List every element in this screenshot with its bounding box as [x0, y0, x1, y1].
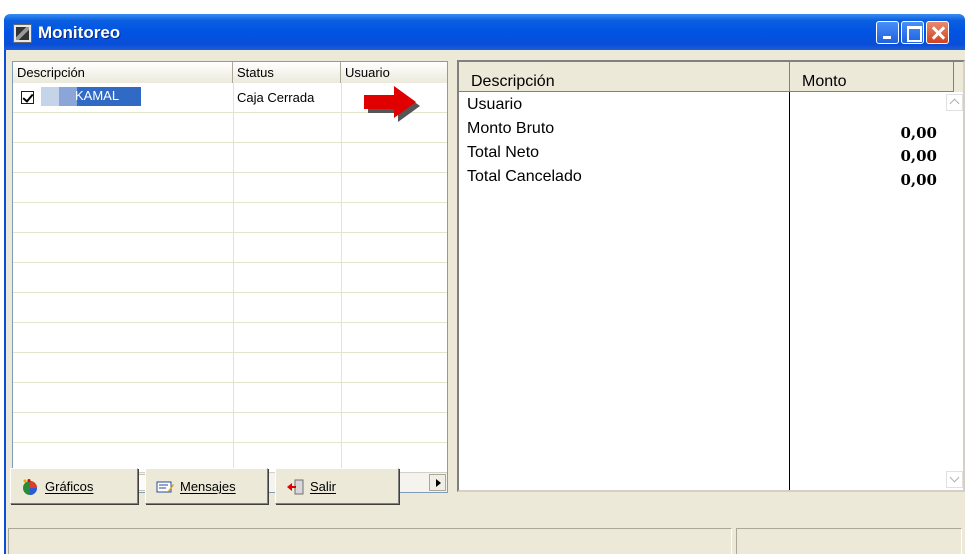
window-title: Monitoreo	[38, 23, 121, 42]
maximize-button[interactable]	[901, 21, 924, 44]
column-header-status[interactable]: Status	[233, 62, 341, 83]
graficos-label: Gráficos	[45, 479, 94, 495]
red-arrow-icon	[364, 86, 420, 122]
column-header-usuario[interactable]: Usuario	[341, 62, 447, 83]
detail-label-usuario: Usuario	[467, 96, 523, 113]
table-row[interactable]	[13, 323, 447, 353]
table-row[interactable]	[13, 173, 447, 203]
salir-button[interactable]: Salir	[275, 468, 399, 504]
mensajes-label: Mensajes	[180, 479, 236, 495]
pie-chart-icon	[23, 478, 37, 495]
mensajes-button[interactable]: Mensajes	[145, 468, 268, 504]
row-descripcion[interactable]: KAMAL	[41, 87, 141, 106]
salir-label: Salir	[310, 479, 337, 495]
detail-label-total-cancelado: Total Cancelado	[467, 168, 582, 185]
table-row[interactable]	[13, 413, 447, 443]
status-bar	[6, 524, 965, 554]
graficos-button[interactable]: Gráficos	[10, 468, 138, 504]
table-row[interactable]	[13, 263, 447, 293]
column-header-descripcion[interactable]: Descripción	[13, 62, 233, 83]
detail-value-monto-bruto: 0,00	[900, 124, 937, 142]
users-grid-header: Descripción Status Usuario	[13, 62, 447, 83]
vertical-scrollbar[interactable]	[946, 92, 963, 490]
column-header-monto[interactable]: Monto	[790, 62, 954, 92]
table-row[interactable]	[13, 143, 447, 173]
scroll-up-button[interactable]	[946, 94, 963, 111]
detail-label-monto-bruto: Monto Bruto	[467, 120, 555, 137]
detail-grid-header: Descripción Monto	[459, 62, 963, 92]
table-row[interactable]	[13, 203, 447, 233]
column-header-descripcion[interactable]: Descripción	[459, 62, 790, 92]
title-bar-inner[interactable]: Monitoreo	[4, 14, 965, 50]
detail-value-total-neto: 0,00	[900, 147, 937, 165]
exit-door-icon	[287, 479, 304, 495]
column-divider	[789, 92, 790, 490]
row-status: Caja Cerrada	[237, 90, 315, 105]
window-body: Descripción Status Usuario KAMAL Caja Ce…	[4, 50, 965, 554]
scroll-down-button[interactable]	[946, 471, 963, 488]
users-grid[interactable]: Descripción Status Usuario KAMAL Caja Ce…	[12, 61, 448, 493]
status-panel	[736, 528, 962, 554]
table-row[interactable]	[13, 383, 447, 413]
detail-value-total-cancelado: 0,00	[900, 171, 937, 189]
message-icon	[156, 481, 174, 493]
minimize-button[interactable]	[876, 21, 899, 44]
table-row[interactable]	[13, 293, 447, 323]
close-button[interactable]	[926, 21, 949, 44]
table-row[interactable]	[13, 353, 447, 383]
app-icon[interactable]	[13, 24, 32, 43]
detail-grid[interactable]: Descripción Monto Usuario Monto Bruto 0,…	[457, 60, 965, 492]
scroll-right-button[interactable]	[429, 474, 446, 491]
title-bar: Monitoreo	[0, 0, 965, 50]
detail-label-total-neto: Total Neto	[467, 144, 540, 161]
row-checkbox[interactable]	[21, 91, 34, 104]
status-panel	[8, 528, 732, 554]
table-row[interactable]	[13, 233, 447, 263]
